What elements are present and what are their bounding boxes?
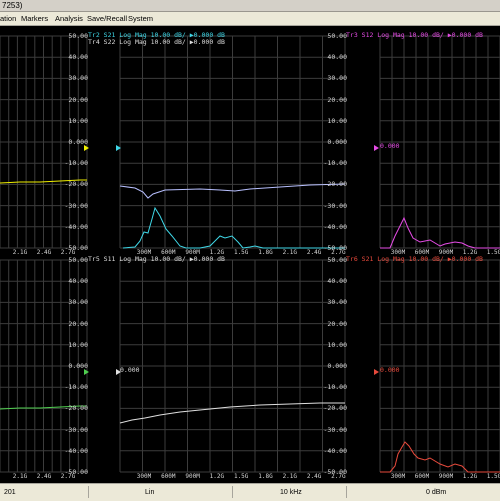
y-tick-label: 0.000 bbox=[327, 138, 347, 146]
window-title-bar: 7253) bbox=[0, 0, 500, 12]
x-tick-label: 1.5G bbox=[233, 249, 249, 256]
y-tick-label: 40.00 bbox=[68, 277, 88, 286]
x-tick-label: 2.4G bbox=[36, 473, 52, 480]
y-tick-label: 20.00 bbox=[327, 95, 347, 104]
y-tick-label: -50.00 bbox=[64, 244, 88, 252]
x-tick-label: 2.4G bbox=[36, 249, 52, 256]
y-tick-label: 40.00 bbox=[68, 53, 88, 62]
y-tick-label: 20.00 bbox=[327, 319, 347, 328]
y-tick-label: 30.00 bbox=[327, 74, 347, 83]
x-tick-label: 600M bbox=[414, 473, 430, 480]
reference-value-tr3: 0.000 bbox=[380, 142, 400, 150]
y-tick-label: -40.00 bbox=[323, 222, 347, 231]
y-tick-label: 10.00 bbox=[327, 116, 347, 125]
y-tick-label: -30.00 bbox=[64, 201, 88, 210]
x-tick-label: 900M bbox=[185, 473, 200, 480]
status-bar: 201 Lin 10 kHz 0 dBm bbox=[0, 483, 500, 501]
y-tick-label: -50.00 bbox=[64, 468, 88, 476]
x-tick-label: 2.1G bbox=[282, 249, 298, 256]
x-tick-label: 2.1G bbox=[12, 249, 28, 256]
y-tick-label: 0.000 bbox=[327, 362, 347, 370]
x-tick-label: 1.5G bbox=[486, 249, 500, 256]
x-tick-label: 2.1G bbox=[282, 473, 298, 480]
y-tick-label: 50.00 bbox=[68, 256, 88, 264]
y-tick-label: -40.00 bbox=[64, 222, 88, 231]
x-tick-label: 900M bbox=[438, 473, 454, 480]
trace-header-tr6: Tr6 S21 Log Mag 10.00 dB/ ▶0.000 dB bbox=[346, 255, 483, 263]
reference-value-tr5: 0.000 bbox=[120, 366, 140, 374]
x-tick-label: 1.8G bbox=[258, 473, 273, 480]
status-divider bbox=[232, 486, 233, 498]
y-tick-label: 50.00 bbox=[327, 256, 347, 264]
y-tick-label: 30.00 bbox=[68, 298, 88, 307]
y-tick-label: -30.00 bbox=[323, 425, 347, 434]
y-tick-label: 10.00 bbox=[68, 340, 88, 349]
y-tick-label: -30.00 bbox=[323, 201, 347, 210]
trace-header-tr4: Tr4 S22 Log Mag 10.00 dB/ ▶0.000 dB bbox=[88, 38, 225, 46]
y-tick-label: 10.00 bbox=[68, 116, 88, 125]
status-divider bbox=[346, 486, 347, 498]
y-tick-label: 30.00 bbox=[327, 298, 347, 307]
status-divider bbox=[88, 486, 89, 498]
y-tick-label: -10.00 bbox=[323, 159, 347, 168]
status-points: 201 bbox=[4, 489, 16, 496]
x-tick-label: 300M bbox=[390, 473, 406, 480]
reference-value-tr6: 0.000 bbox=[380, 366, 400, 374]
menu-bar: ation Markers Analysis Save/Recall Syste… bbox=[0, 12, 500, 26]
window-title: 7253) bbox=[2, 1, 23, 10]
x-tick-label: 1.5G bbox=[486, 473, 500, 480]
y-tick-label: -50.00 bbox=[323, 244, 347, 252]
reference-marker-icon bbox=[374, 369, 379, 375]
status-sweep-type: Lin bbox=[145, 489, 155, 496]
y-tick-label: -40.00 bbox=[323, 446, 347, 455]
x-tick-label: 300M bbox=[136, 473, 152, 480]
y-tick-label: -20.00 bbox=[64, 404, 88, 413]
x-tick-label: 1.5G bbox=[233, 473, 249, 480]
y-tick-label: 20.00 bbox=[68, 319, 88, 328]
menu-item-save-recall[interactable]: Save/Recall bbox=[87, 13, 127, 24]
y-tick-label: -20.00 bbox=[64, 180, 88, 189]
status-if-bandwidth: 10 kHz bbox=[280, 489, 302, 496]
status-power: 0 dBm bbox=[426, 489, 447, 496]
menu-item-markers[interactable]: Markers bbox=[21, 13, 48, 24]
y-tick-label: 40.00 bbox=[327, 277, 347, 286]
trace-header-tr3: Tr3 S12 Log Mag 10.00 dB/ ▶0.000 dB bbox=[346, 31, 483, 39]
y-tick-label: -50.00 bbox=[323, 468, 347, 476]
x-tick-label: 2.1G bbox=[12, 473, 28, 480]
x-tick-label: 1.2G bbox=[462, 473, 478, 480]
x-tick-label: 1.8G bbox=[258, 249, 273, 256]
y-tick-label: -10.00 bbox=[323, 383, 347, 392]
x-tick-label: 600M bbox=[161, 473, 176, 480]
trace-s21 bbox=[122, 206, 345, 249]
y-tick-label: 10.00 bbox=[327, 340, 347, 349]
y-tick-label: 20.00 bbox=[68, 95, 88, 104]
y-tick-label: -40.00 bbox=[64, 446, 88, 455]
y-tick-label: 0.000 bbox=[68, 362, 88, 370]
measurement-screen: 2G2.1G2.4G2.7G50.0040.0030.0020.0010.000… bbox=[0, 26, 500, 480]
x-tick-label: 1.2G bbox=[209, 473, 225, 480]
reference-marker-icon bbox=[374, 145, 379, 151]
y-tick-label: 50.00 bbox=[68, 32, 88, 40]
y-tick-label: -20.00 bbox=[323, 180, 347, 189]
trace-header-tr5: Tr5 S11 Log Mag 10.00 dB/ ▶0.000 dB bbox=[88, 255, 225, 263]
menu-item-system[interactable]: System bbox=[128, 13, 153, 24]
y-tick-label: 50.00 bbox=[327, 32, 347, 40]
y-tick-label: 30.00 bbox=[68, 74, 88, 83]
y-tick-label: 0.000 bbox=[68, 138, 88, 146]
y-tick-label: -10.00 bbox=[64, 159, 88, 168]
menu-item-analysis[interactable]: Analysis bbox=[55, 13, 83, 24]
y-tick-label: -20.00 bbox=[323, 404, 347, 413]
y-tick-label: -30.00 bbox=[64, 425, 88, 434]
y-tick-label: -10.00 bbox=[64, 383, 88, 392]
y-tick-label: 40.00 bbox=[327, 53, 347, 62]
x-tick-label: 2G bbox=[0, 249, 8, 257]
x-tick-label: 2G bbox=[0, 473, 8, 481]
menu-item-response[interactable]: ation bbox=[0, 13, 16, 24]
